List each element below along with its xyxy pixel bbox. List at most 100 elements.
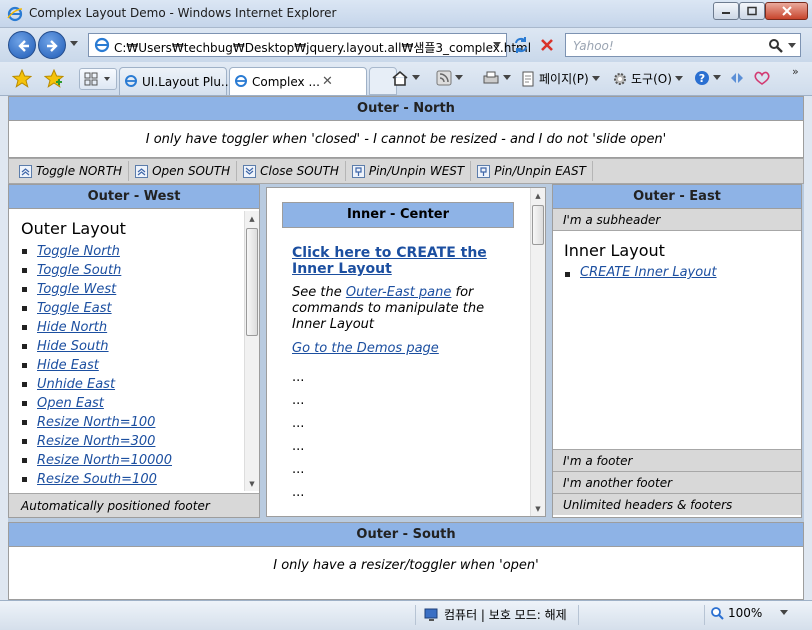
zoom-level: 100% (728, 606, 763, 620)
chevron-up-icon (135, 164, 149, 178)
ellipsis-line: ... (292, 393, 305, 408)
resize-south-100-link[interactable]: Resize South=100 (37, 472, 157, 487)
ellipsis-line: ... (292, 508, 305, 517)
resize-north-10000-link[interactable]: Resize North=10000 (37, 453, 172, 468)
close-window-button[interactable] (765, 2, 808, 20)
scroll-down-icon[interactable]: ▼ (531, 501, 545, 516)
page-viewport: Outer - North I only have toggler when '… (8, 96, 804, 600)
pane-header: Outer - West (9, 185, 259, 209)
outer-east-pane-link[interactable]: Outer-East pane (346, 285, 452, 300)
tools-menu[interactable]: 도구(O) (612, 70, 683, 87)
print-button[interactable] (482, 70, 511, 86)
blog-button[interactable] (753, 70, 771, 86)
help-icon: ? (695, 71, 709, 85)
list-item: Toggle East (21, 299, 230, 318)
chevron-down-icon[interactable] (455, 75, 463, 81)
tab-complex-layout[interactable]: Complex ... ✕ (229, 67, 367, 95)
close-tab-icon[interactable]: ✕ (322, 74, 333, 89)
open-south-button[interactable]: Open SOUTH (129, 161, 238, 181)
chevron-down-icon[interactable] (713, 75, 721, 81)
security-zone[interactable]: 컴퓨터 | 보호 모드: 해제 (424, 606, 567, 623)
pin-west-button[interactable]: Pin/Unpin WEST (346, 161, 472, 181)
toggle-north-button[interactable]: Toggle NORTH (13, 161, 130, 181)
window-title: Complex Layout Demo - Windows Internet E… (29, 6, 337, 20)
status-bar: 컴퓨터 | 보호 모드: 해제 100% (0, 600, 812, 630)
help-button[interactable]: ? (694, 70, 721, 86)
zoom-control[interactable]: 100% (710, 606, 789, 620)
scroll-down-icon[interactable]: ▼ (245, 476, 259, 491)
tools-menu-label: 도구(O) (631, 72, 672, 86)
toggle-east-link[interactable]: Toggle East (37, 301, 112, 316)
research-button[interactable] (729, 70, 745, 86)
east-footer: I'm a footer (553, 449, 801, 471)
recent-pages-dropdown-icon[interactable] (70, 41, 78, 47)
search-icon[interactable] (768, 38, 784, 54)
blog-icon (754, 71, 770, 85)
open-east-link[interactable]: Open East (37, 396, 104, 411)
minimize-icon (722, 12, 730, 14)
page-icon (94, 37, 110, 53)
forward-button[interactable] (38, 31, 66, 59)
scroll-up-icon[interactable]: ▲ (531, 188, 545, 203)
page-menu[interactable]: 페이지(P) (520, 70, 600, 87)
west-scrollbar[interactable]: ▲ ▼ (244, 211, 259, 491)
close-icon (781, 6, 792, 16)
create-inner-layout-link[interactable]: CREATE Inner Layout (580, 265, 717, 280)
search-placeholder[interactable]: Yahoo! (573, 39, 614, 53)
feeds-button[interactable] (436, 70, 463, 86)
scrollbar-thumb[interactable] (532, 205, 544, 245)
chevron-down-icon[interactable] (780, 610, 789, 616)
center-description: See the Outer-East pane for commands to … (292, 285, 502, 333)
chevron-down-icon[interactable] (493, 42, 501, 48)
list-item: CREATE Inner Layout (564, 265, 790, 280)
more-commands-icon[interactable]: » (792, 65, 799, 78)
scroll-up-icon[interactable]: ▲ (245, 211, 259, 226)
outer-west-pane: Outer - West Outer Layout Toggle North T… (8, 184, 260, 518)
south-text: I only have a resizer/toggler when 'open… (273, 558, 539, 573)
ie-logo-icon (7, 6, 23, 22)
hide-south-link[interactable]: Hide South (37, 339, 109, 354)
resize-north-100-link[interactable]: Resize North=100 (37, 415, 155, 430)
pane-header: Inner - Center (282, 202, 514, 228)
unhide-east-link[interactable]: Unhide East (37, 377, 115, 392)
west-title: Outer Layout (21, 219, 126, 238)
address-bar[interactable]: C:₩Users₩techbug₩Desktop₩jquery.layout.a… (88, 33, 531, 57)
refresh-button[interactable] (509, 33, 533, 57)
list-item: Hide North (21, 318, 230, 337)
maximize-button[interactable] (739, 2, 765, 20)
toggle-north-link[interactable]: Toggle North (37, 244, 120, 259)
scrollbar-thumb[interactable] (246, 228, 258, 336)
hide-east-link[interactable]: Hide East (37, 358, 99, 373)
tab-label: UI.Layout Plu... (142, 75, 233, 89)
chevron-down-icon[interactable] (503, 75, 511, 81)
center-scrollbar[interactable]: ▲ ▼ (530, 188, 545, 516)
close-south-button[interactable]: Close SOUTH (237, 161, 346, 181)
address-url[interactable]: C:₩Users₩techbug₩Desktop₩jquery.layout.a… (114, 39, 531, 56)
search-options-icon[interactable] (788, 43, 796, 49)
tab-bar: UI.Layout Plu... Complex ... ✕ 페이지(P) 도구… (0, 62, 812, 96)
toggle-south-link[interactable]: Toggle South (37, 263, 121, 278)
add-favorite-icon[interactable] (44, 69, 64, 89)
quick-tabs-button[interactable] (79, 68, 117, 90)
pin-east-button[interactable]: Pin/Unpin EAST (471, 161, 593, 181)
west-content: Outer Layout Toggle North Toggle South T… (9, 211, 242, 493)
see-prefix: See the (292, 285, 346, 300)
create-inner-layout-link[interactable]: Click here to CREATE the Inner Layout (292, 245, 502, 277)
chevron-down-icon[interactable] (412, 75, 420, 81)
east-footer: Unlimited headers & footers (553, 493, 801, 515)
minimize-button[interactable] (713, 2, 739, 20)
resize-north-300-link[interactable]: Resize North=300 (37, 434, 155, 449)
status-divider (415, 605, 416, 625)
demos-page-link[interactable]: Go to the Demos page (292, 341, 502, 356)
toolbar-label: Close SOUTH (260, 164, 339, 178)
toggle-west-link[interactable]: Toggle West (37, 282, 116, 297)
home-button[interactable] (391, 70, 420, 86)
ellipsis-line: ... (292, 439, 305, 454)
stop-button[interactable] (535, 33, 559, 57)
favorites-star-icon[interactable] (12, 69, 32, 89)
search-box[interactable]: Yahoo! (565, 33, 801, 57)
back-button[interactable] (8, 31, 36, 59)
outer-south-pane: Outer - South I only have a resizer/togg… (8, 522, 804, 600)
hide-north-link[interactable]: Hide North (37, 320, 107, 335)
tab-ui-layout[interactable]: UI.Layout Plu... (119, 67, 232, 95)
